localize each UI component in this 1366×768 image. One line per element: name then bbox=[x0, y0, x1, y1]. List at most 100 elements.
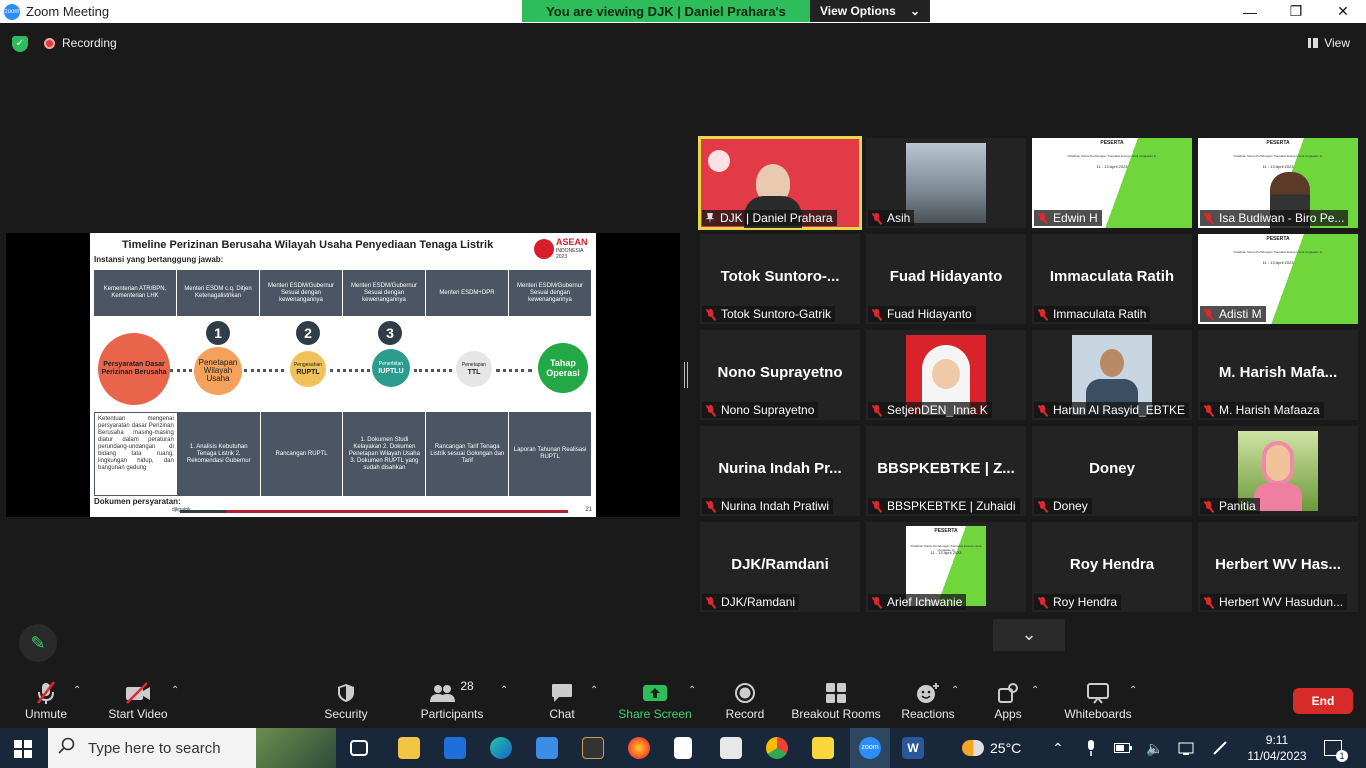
apps-options-caret[interactable]: ⌃ bbox=[1031, 685, 1039, 696]
participant-tile[interactable]: Harun Al Rasyid_EBTKE bbox=[1032, 330, 1192, 420]
chat-options-caret[interactable]: ⌃ bbox=[590, 685, 598, 696]
agency-header-row: Kementerian ATR/BPN, Kementerian LHK Men… bbox=[94, 270, 592, 316]
end-meeting-button[interactable]: End bbox=[1293, 688, 1353, 714]
participant-name: Adisti M bbox=[1219, 307, 1262, 321]
mic-muted-icon bbox=[871, 308, 882, 320]
restore-button[interactable]: ❐ bbox=[1273, 0, 1319, 23]
mail-icon[interactable] bbox=[444, 737, 466, 759]
firefox-icon[interactable] bbox=[628, 737, 650, 759]
participant-tile[interactable]: PESERTA Pelatihan Teknis Perhitungan Tran… bbox=[1198, 234, 1358, 324]
participant-tile[interactable]: PESERTA Pelatihan Teknis Perhitungan Tran… bbox=[1032, 138, 1192, 228]
gallery-next-page-button[interactable]: ⌄ bbox=[993, 619, 1065, 651]
notifications-button[interactable]: 1 bbox=[1324, 728, 1348, 768]
chrome-icon[interactable] bbox=[766, 737, 788, 759]
participant-tile[interactable]: Nono Suprayetno Nono Suprayetno bbox=[700, 330, 860, 420]
participant-tile[interactable]: Totok Suntoro-... Totok Suntoro-Gatrik bbox=[700, 234, 860, 324]
share-screen-button[interactable]: Share Screen bbox=[618, 679, 692, 721]
network-icon[interactable] bbox=[1178, 728, 1194, 768]
sticky-notes-icon[interactable] bbox=[812, 737, 834, 759]
record-button[interactable]: Record bbox=[722, 679, 768, 721]
participant-tile[interactable]: Asih bbox=[866, 138, 1026, 228]
participants-button[interactable]: 28 Participants bbox=[418, 679, 486, 721]
reactions-options-caret[interactable]: ⌃ bbox=[951, 685, 959, 696]
reactions-button[interactable]: Reactions bbox=[898, 679, 958, 721]
participant-tile[interactable]: Doney Doney bbox=[1032, 426, 1192, 516]
flow-connector bbox=[330, 369, 370, 373]
annotate-pen-icon[interactable]: ✎ bbox=[19, 624, 57, 662]
participant-tile[interactable]: DJK | Daniel Prahara bbox=[698, 136, 862, 230]
pen-tray-icon[interactable] bbox=[1212, 728, 1228, 768]
participant-name: Arief Ichwanie bbox=[887, 595, 963, 609]
start-video-button[interactable]: Start Video bbox=[104, 679, 172, 721]
participants-options-caret[interactable]: ⌃ bbox=[500, 685, 508, 696]
video-off-icon bbox=[104, 679, 172, 707]
peserta-dates: 11 - 13 April 2023 bbox=[1262, 164, 1294, 169]
step-number-3: 3 bbox=[378, 321, 402, 345]
mic-muted-icon bbox=[871, 404, 882, 416]
document-cell: Ketentuan mengenai persyaratan dasar Per… bbox=[94, 412, 178, 496]
share-screen-label: Share Screen bbox=[618, 707, 692, 721]
participant-tile[interactable]: Nurina Indah Pr... Nurina Indah Pratiwi bbox=[700, 426, 860, 516]
chat-button[interactable]: Chat bbox=[542, 679, 582, 721]
view-button[interactable]: View bbox=[1308, 36, 1350, 50]
participant-name-label: Roy Hendra bbox=[1034, 594, 1122, 610]
taskbar-search-box[interactable]: Type here to search bbox=[48, 728, 336, 768]
view-options-button[interactable]: View Options ⌄ bbox=[810, 0, 930, 22]
timeline-flow: Persyaratan Dasar Perizinan Berusaha 1 P… bbox=[94, 321, 592, 411]
battery-icon[interactable] bbox=[1114, 728, 1132, 768]
printer-app-icon[interactable] bbox=[720, 737, 742, 759]
security-button[interactable]: Security bbox=[318, 679, 374, 721]
microphone-tray-icon[interactable] bbox=[1086, 728, 1096, 768]
minimize-button[interactable]: — bbox=[1227, 0, 1273, 23]
participant-name-label: Adisti M bbox=[1200, 306, 1266, 322]
encryption-shield-icon[interactable]: ✓ bbox=[12, 36, 28, 52]
clock[interactable]: 9:11 11/04/2023 bbox=[1246, 728, 1308, 768]
speaker-icon[interactable]: 🔈 bbox=[1146, 728, 1163, 768]
participant-name: BBSPKEBTKE | Zuhaidi bbox=[887, 499, 1016, 513]
tray-chevron-up-icon[interactable]: ⌃ bbox=[1052, 728, 1064, 768]
participant-tile[interactable]: PESERTA Pelatihan Teknis Perhitungan Tran… bbox=[1198, 138, 1358, 228]
panel-resize-handle[interactable] bbox=[684, 362, 688, 388]
breakout-rooms-icon bbox=[790, 679, 882, 707]
apps-icon bbox=[988, 679, 1028, 707]
participant-tile[interactable]: Herbert WV Has... Herbert WV Hasudun... bbox=[1198, 522, 1358, 612]
participant-tile[interactable]: SetjenDEN_Inna K bbox=[866, 330, 1026, 420]
zoom-taskbar-active[interactable]: zoom bbox=[850, 728, 890, 768]
close-button[interactable]: ✕ bbox=[1320, 0, 1366, 23]
task-view-icon[interactable] bbox=[350, 740, 368, 756]
document-icon[interactable] bbox=[674, 737, 692, 759]
recording-indicator[interactable]: Recording bbox=[44, 36, 117, 50]
whiteboards-button[interactable]: Whiteboards bbox=[1060, 679, 1136, 721]
word-icon[interactable]: W bbox=[902, 737, 924, 759]
participant-tile[interactable]: Roy Hendra Roy Hendra bbox=[1032, 522, 1192, 612]
store-icon[interactable] bbox=[536, 737, 558, 759]
video-options-caret[interactable]: ⌃ bbox=[171, 685, 179, 696]
participant-tile[interactable]: BBSPKEBTKE | Z... BBSPKEBTKE | Zuhaidi bbox=[866, 426, 1026, 516]
participant-name: Fuad Hidayanto bbox=[887, 307, 972, 321]
participant-tile[interactable]: Fuad Hidayanto Fuad Hidayanto bbox=[866, 234, 1026, 324]
edge-browser-icon[interactable] bbox=[490, 737, 512, 759]
profile-photo-skin bbox=[932, 359, 960, 389]
share-options-caret[interactable]: ⌃ bbox=[688, 685, 696, 696]
document-cell: 1. Dokumen Studi Kelayakan 2. Dokumen Pe… bbox=[343, 412, 427, 496]
audio-options-caret[interactable]: ⌃ bbox=[73, 685, 81, 696]
documents-row: Ketentuan mengenai persyaratan dasar Per… bbox=[94, 412, 592, 496]
unmute-button[interactable]: Unmute bbox=[18, 679, 74, 721]
slide-title: Timeline Perizinan Berusaha Wilayah Usah… bbox=[122, 239, 494, 251]
share-screen-icon bbox=[618, 679, 692, 707]
file-explorer-icon[interactable] bbox=[398, 737, 420, 759]
apps-button[interactable]: Apps bbox=[988, 679, 1028, 721]
app-icon[interactable] bbox=[582, 737, 604, 759]
participant-tile[interactable]: M. Harish Mafa... M. Harish Mafaaza bbox=[1198, 330, 1358, 420]
participant-tile[interactable]: PESERTA Pelatihan Teknis Perhitungan Tran… bbox=[866, 522, 1026, 612]
search-placeholder: Type here to search bbox=[88, 739, 221, 757]
participant-tile[interactable]: Immaculata Ratih Immaculata Ratih bbox=[1032, 234, 1192, 324]
weather-widget[interactable]: 25°C bbox=[962, 728, 1021, 768]
breakout-rooms-button[interactable]: Breakout Rooms bbox=[790, 679, 882, 721]
footer-bar bbox=[180, 510, 568, 513]
windows-start-icon[interactable] bbox=[14, 740, 32, 758]
participant-tile[interactable]: DJK/Ramdani DJK/Ramdani bbox=[700, 522, 860, 612]
viewing-screen-text: You are viewing DJK | Daniel Prahara's s… bbox=[522, 0, 810, 34]
whiteboards-options-caret[interactable]: ⌃ bbox=[1129, 685, 1137, 696]
participant-tile[interactable]: Panitia bbox=[1198, 426, 1358, 516]
